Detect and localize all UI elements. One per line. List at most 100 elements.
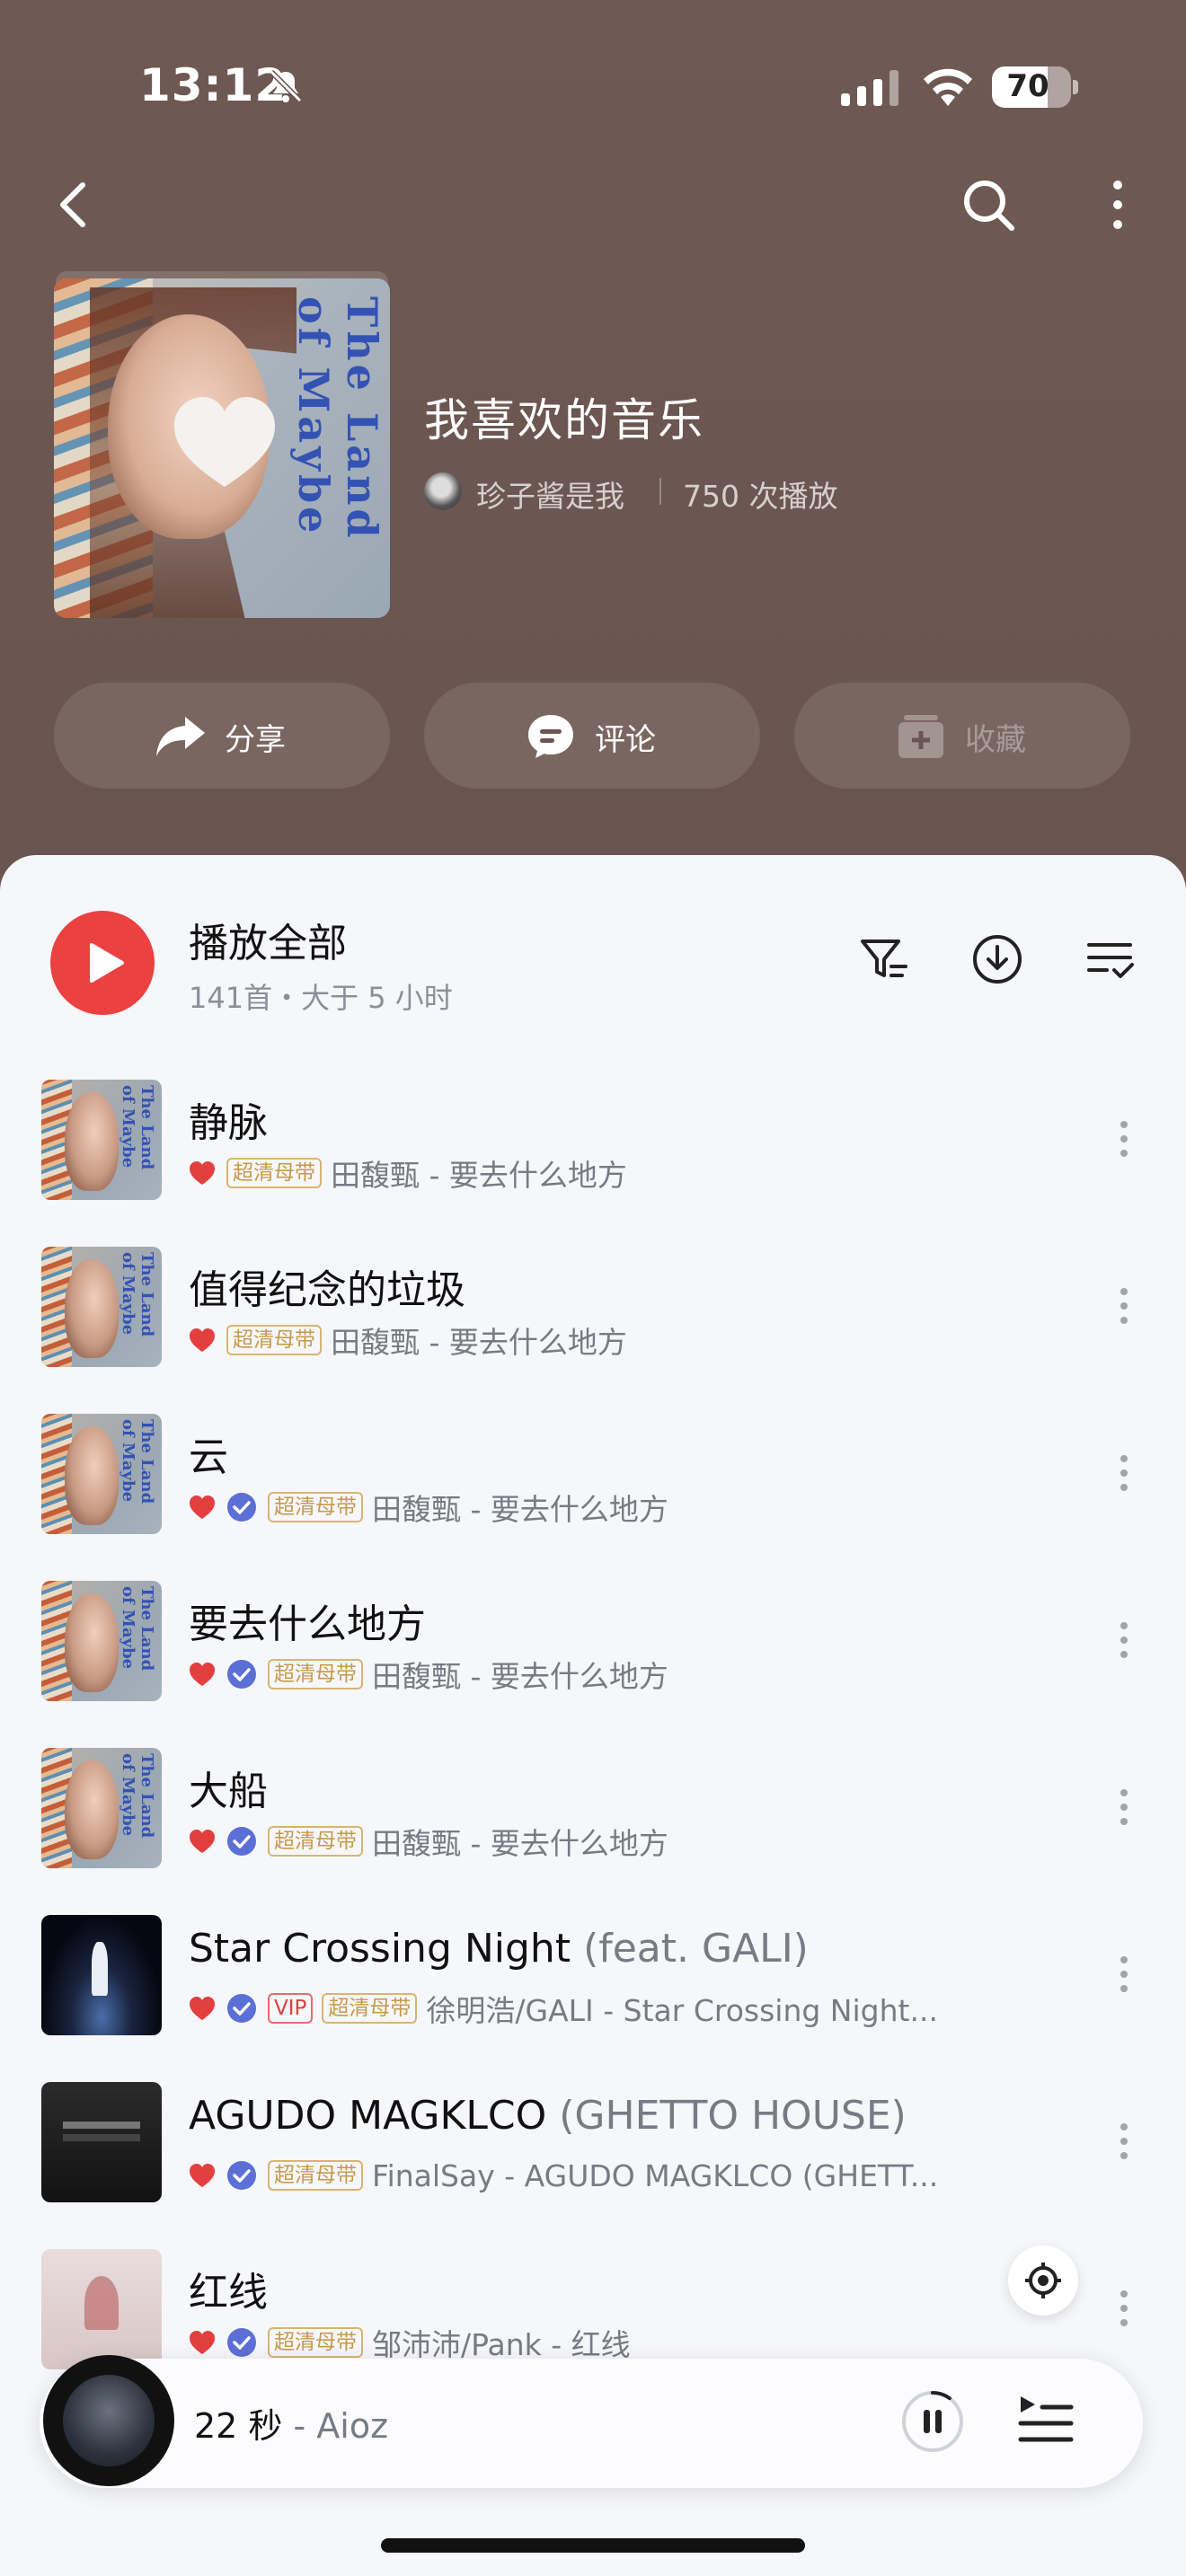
- bell-off-icon: [269, 69, 303, 103]
- track-artist-album: FinalSay - AGUDO MAGKLCO (GHETT...: [372, 2157, 939, 2193]
- share-icon: [156, 717, 205, 756]
- quality-badge: 超清母带: [268, 1492, 363, 1522]
- back-icon[interactable]: [50, 176, 93, 234]
- liked-heart-icon[interactable]: [189, 2330, 216, 2355]
- liked-heart-icon[interactable]: [189, 1495, 216, 1520]
- now-playing-disc[interactable]: [43, 2355, 174, 2486]
- track-summary: 141首・大于 5 小时: [189, 981, 453, 1015]
- track-meta: 超清母带 邹沛沛/Pank - 红线: [189, 2325, 631, 2362]
- playlist-cover[interactable]: The Land of Maybe: [54, 278, 390, 618]
- liked-heart-icon[interactable]: [189, 1829, 216, 1854]
- comment-icon: [528, 715, 573, 758]
- play-all-button[interactable]: [50, 911, 155, 1015]
- track-title: 要去什么地方: [189, 1592, 426, 1649]
- cover-art-title: The Land of Maybe: [289, 296, 386, 542]
- track-meta: 超清母带 田馥甄 - 要去什么地方: [189, 1823, 668, 1861]
- liked-heart-icon[interactable]: [189, 1328, 216, 1353]
- play-icon: [90, 943, 124, 983]
- track-cover: The Land of Maybe: [41, 1080, 162, 1200]
- verified-icon: [227, 1827, 256, 1856]
- play-all-label[interactable]: 播放全部: [189, 911, 347, 968]
- playlist-header: 13:12 70 The Land of Maybe 我喜欢的音乐 珍子酱是我 …: [0, 0, 1186, 862]
- track-more-icon[interactable]: [1111, 1446, 1137, 1500]
- quality-badge: 超清母带: [322, 1993, 418, 2024]
- track-name: AGUDO MAGKLCO: [189, 2093, 547, 2139]
- comment-button[interactable]: 评论: [424, 683, 760, 789]
- filter-icon[interactable]: [857, 932, 911, 986]
- track-artist-album: 徐明浩/GALI - Star Crossing Night...: [426, 1993, 938, 2028]
- quality-badge: 超清母带: [268, 2160, 363, 2191]
- track-artist-album: 田馥甄 - 要去什么地方: [372, 1492, 668, 1527]
- pause-icon[interactable]: [900, 2389, 965, 2454]
- track-more-icon[interactable]: [1111, 2114, 1137, 2168]
- track-name: 静脉: [189, 1100, 268, 1146]
- cellular-signal-icon: [841, 70, 898, 106]
- track-more-icon[interactable]: [1111, 1947, 1137, 2001]
- locate-icon: [1025, 2263, 1061, 2298]
- track-cover: [41, 2249, 162, 2369]
- status-time: 13:12: [139, 59, 288, 111]
- home-indicator: [381, 2538, 805, 2553]
- now-playing-title: 22 秒: [194, 2406, 283, 2446]
- liked-heart-icon[interactable]: [189, 2163, 216, 2188]
- vip-badge: VIP: [268, 1993, 314, 2024]
- creator-name[interactable]: 珍子酱是我: [476, 472, 624, 516]
- locate-current-button[interactable]: [1008, 2245, 1078, 2316]
- liked-heart-icon[interactable]: [189, 1662, 216, 1687]
- more-vertical-icon[interactable]: [1100, 176, 1136, 234]
- quality-badge: 超清母带: [268, 1826, 363, 1857]
- add-collection-icon: [898, 715, 943, 758]
- track-row[interactable]: Star Crossing Night (feat. GALI) VIP 超清母带徐…: [0, 1884, 1186, 2051]
- share-button[interactable]: 分享: [54, 683, 390, 789]
- playlist-queue-icon[interactable]: [1017, 2391, 1075, 2448]
- verified-icon: [227, 2161, 256, 2190]
- track-row[interactable]: AGUDO MAGKLCO (GHETTO HOUSE) 超清母带 FinalSay…: [0, 2051, 1186, 2219]
- track-meta: 超清母带 田馥甄 - 要去什么地方: [189, 1656, 668, 1694]
- playlist-title: 我喜欢的音乐: [424, 394, 704, 446]
- track-more-icon[interactable]: [1111, 1279, 1137, 1333]
- track-name: 红线: [189, 2270, 268, 2316]
- track-meta: 超清母带 田馥甄 - 要去什么地方: [189, 1489, 668, 1527]
- liked-heart-icon[interactable]: [189, 1160, 216, 1186]
- track-name: Star Crossing Night: [189, 1926, 571, 1972]
- track-title: 大船: [189, 1759, 268, 1816]
- track-title: 值得纪念的垃圾: [189, 1257, 465, 1315]
- creator-avatar[interactable]: [424, 472, 462, 510]
- track-row[interactable]: The Land of Maybe 大船 超清母带 田馥甄 - 要去什么地方: [0, 1717, 1186, 1884]
- wifi-icon: [924, 68, 972, 106]
- track-cover-title: The Land of Maybe: [119, 1586, 156, 1672]
- track-feat: (feat. GALI): [571, 1926, 809, 1972]
- track-row[interactable]: The Land of Maybe 要去什么地方超清母带 田馥甄 - 要去什么地方: [0, 1550, 1186, 1717]
- quality-badge: 超清母带: [226, 1325, 322, 1355]
- quality-badge: 超清母带: [268, 2327, 363, 2358]
- track-more-icon[interactable]: [1111, 1780, 1137, 1834]
- track-cover-title: The Land of Maybe: [119, 1753, 156, 1839]
- track-cover-title: The Land of Maybe: [119, 1252, 156, 1337]
- now-playing-text[interactable]: 22 秒 - Aioz: [194, 2398, 388, 2448]
- multi-select-icon[interactable]: [1084, 932, 1137, 986]
- liked-heart-icon[interactable]: [189, 1996, 216, 2021]
- track-meta: 超清母带 FinalSay - AGUDO MAGKLCO (GHETT...: [189, 2157, 938, 2193]
- battery-percent: 70: [1006, 68, 1049, 104]
- track-more-icon[interactable]: [1111, 1112, 1137, 1166]
- comment-label: 评论: [595, 722, 656, 758]
- search-icon[interactable]: [960, 176, 1017, 234]
- track-cover: [41, 1915, 162, 2035]
- track-more-icon[interactable]: [1111, 1613, 1137, 1667]
- track-title: 静脉: [189, 1090, 268, 1148]
- track-artist-album: 田馥甄 - 要去什么地方: [372, 1826, 668, 1861]
- verified-icon: [227, 1994, 256, 2023]
- track-row[interactable]: The Land of Maybe 云超清母带 田馥甄 - 要去什么地方: [0, 1383, 1186, 1550]
- download-icon[interactable]: [970, 932, 1024, 986]
- track-artist-album: 田馥甄 - 要去什么地方: [372, 1659, 668, 1694]
- track-row[interactable]: The Land of Maybe 值得纪念的垃圾 超清母带 田馥甄 - 要去什么地方: [0, 1216, 1186, 1383]
- heart-icon: [174, 397, 275, 487]
- track-row[interactable]: The Land of Maybe 静脉 超清母带 田馥甄 - 要去什么地方: [0, 1049, 1186, 1216]
- track-artist-album: 邹沛沛/Pank - 红线: [372, 2327, 631, 2362]
- quality-badge: 超清母带: [226, 1158, 322, 1188]
- track-name: 大船: [189, 1769, 268, 1814]
- collect-button[interactable]: 收藏: [794, 683, 1130, 789]
- track-cover: The Land of Maybe: [41, 1247, 162, 1367]
- track-cover-title: The Land of Maybe: [119, 1419, 156, 1504]
- track-more-icon[interactable]: [1111, 2281, 1137, 2335]
